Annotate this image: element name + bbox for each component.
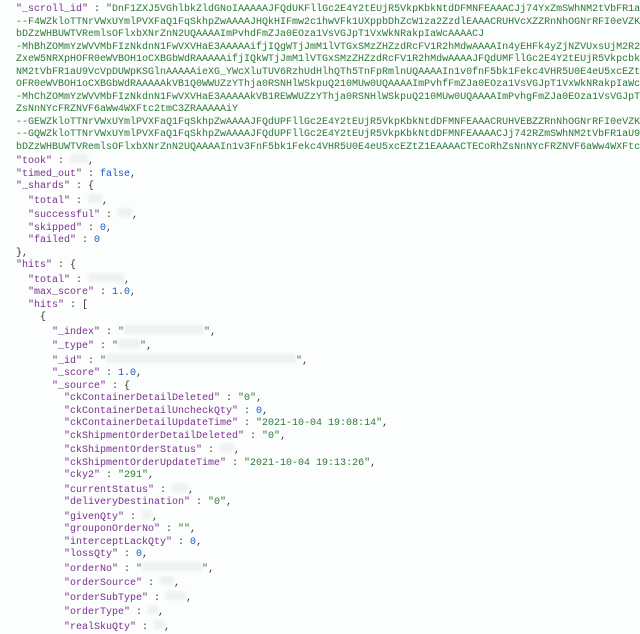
src-deliveryDestination: "deliveryDestination" : "0", [4,497,640,510]
src-currentStatus: "currentStatus" : , [4,483,640,498]
src-ckContainerDetailDeleted: "ckContainerDetailDeleted" : "0", [4,393,640,406]
hit-index: "_index" : "", [4,325,640,340]
hit-type: "_type" : "", [4,339,640,354]
shards-skipped: "skipped" : 0, [4,223,640,236]
scroll-id-continuation: ZxeW5NRXpHOFR0eWVBOH1oCXBGbWdRAAAAAifjIQ… [4,54,640,67]
scroll-id-continuation: --GQWZkloTTNrVWxUYmlPVXFaQ1FqSkhpZwAAAAJ… [4,129,640,142]
hit-source: "_source" : { [4,381,640,394]
src-orderNo: "orderNo" : "", [4,562,640,577]
timed-out: "timed_out" : false, [4,169,640,182]
scroll-id-continuation: -MhBhZOMmYzWVVMbFIzNkdnN1FwVXVHaE3AAAAAi… [4,42,640,55]
src-orderType: "orderType" : , [4,605,640,620]
hits: "hits" : { [4,260,640,273]
hits-total: "total" : , [4,273,640,288]
scroll-id-continuation: NM2tVbFR1aU9VcVpDUWpKSGlnAAAAAieXG_YWcXl… [4,67,640,80]
hits-max-score: "max_score" : 1.0, [4,287,640,300]
hit-open: { [4,312,640,325]
src-lossQty: "lossQty" : 0, [4,549,640,562]
scroll-id-continuation: --GEWZkloTTNrVWxUYmlPVXFaQ1FqSkhpZwAAAAJ… [4,117,640,130]
src-ckContainerDetailUpdateTime: "ckContainerDetailUpdateTime" : "2021-10… [4,418,640,431]
shards-failed: "failed" : 0 [4,235,640,248]
src-orderSource: "orderSource" : , [4,576,640,591]
scroll-id-continuation: bDZzWHBUWTVRemlsOFlxbXNrZnN2UQAAAAIn1v3F… [4,142,640,155]
src-ckShipmentOrderDetailDeleted: "ckShipmentOrderDetailDeleted" : "0", [4,431,640,444]
src-grouponOrderNo: "grouponOrderNo" : "", [4,524,640,537]
src-realSkuQty: "realSkuQty" : , [4,620,640,634]
scroll-id-key: "_scroll_id" : "DnF1ZXJ5VGhlbkZldGNoIAAA… [4,4,640,17]
shards-close: }, [4,248,640,261]
scroll-id-continuation: ZsNnNYcFRZNVF6aWw4WXFtc2tmC3ZRAAAAAiY [4,104,640,117]
src-orderSubType: "orderSubType" : , [4,591,640,606]
scroll-id-continuation: OFR0eWVBOH1oCXBGbWdRAAAAAkVB1Q0WWUZzYThj… [4,79,640,92]
src-ckShipmentOrderStatus: "ckShipmentOrderStatus" : , [4,443,640,458]
took: "took" : , [4,154,640,169]
src-ckContainerDetailUncheckQty: "ckContainerDetailUncheckQty" : 0, [4,406,640,419]
src-ckShipmentOrderUpdateTime: "ckShipmentOrderUpdateTime" : "2021-10-0… [4,458,640,471]
src-interceptLackQty: "interceptLackQty" : 0, [4,537,640,550]
scroll-id-continuation: bDZzWHBUWTVRemlsOFlxbXNrZnN2UQAAAAImPvhd… [4,29,640,42]
hits-array: "hits" : [ [4,300,640,313]
shards-total: "total" : , [4,194,640,209]
hit-id: "_id" : "", [4,354,640,369]
shards-successful: "successful" : , [4,208,640,223]
scroll-id-continuation: -MhChZOMmYzWVVMbFIzNkdnN1FwVXVHaE3AAAAAk… [4,92,640,105]
hit-score: "_score" : 1.0, [4,368,640,381]
shards: "_shards" : { [4,181,640,194]
src-cky2: "cky2" : "291", [4,470,640,483]
scroll-id-continuation: --F4WZkloTTNrVWxUYmlPVXFaQ1FqSkhpZwAAAAJ… [4,17,640,30]
src-givenQty: "givenQty" : , [4,510,640,525]
